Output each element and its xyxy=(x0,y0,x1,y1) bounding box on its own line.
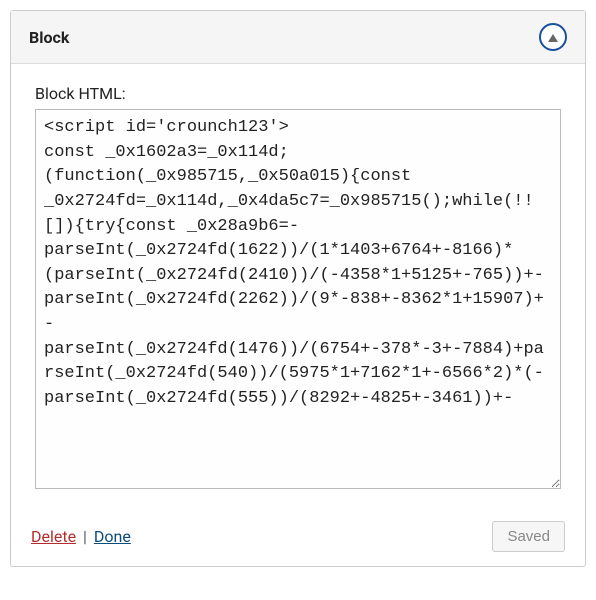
chevron-up-icon xyxy=(547,28,559,47)
saved-button[interactable]: Saved xyxy=(492,521,565,552)
block-panel: Block Block HTML: Delete | Done Saved xyxy=(10,10,586,567)
footer-links: Delete | Done xyxy=(31,527,131,546)
panel-title: Block xyxy=(29,28,69,47)
panel-footer: Delete | Done Saved xyxy=(11,511,585,566)
done-link[interactable]: Done xyxy=(94,527,131,546)
collapse-toggle-button[interactable] xyxy=(539,23,567,51)
panel-header: Block xyxy=(11,11,585,64)
block-html-textarea[interactable] xyxy=(35,109,561,489)
delete-link[interactable]: Delete xyxy=(31,527,76,546)
panel-body: Block HTML: xyxy=(11,64,585,511)
block-html-label: Block HTML: xyxy=(35,84,561,103)
separator: | xyxy=(83,527,87,546)
